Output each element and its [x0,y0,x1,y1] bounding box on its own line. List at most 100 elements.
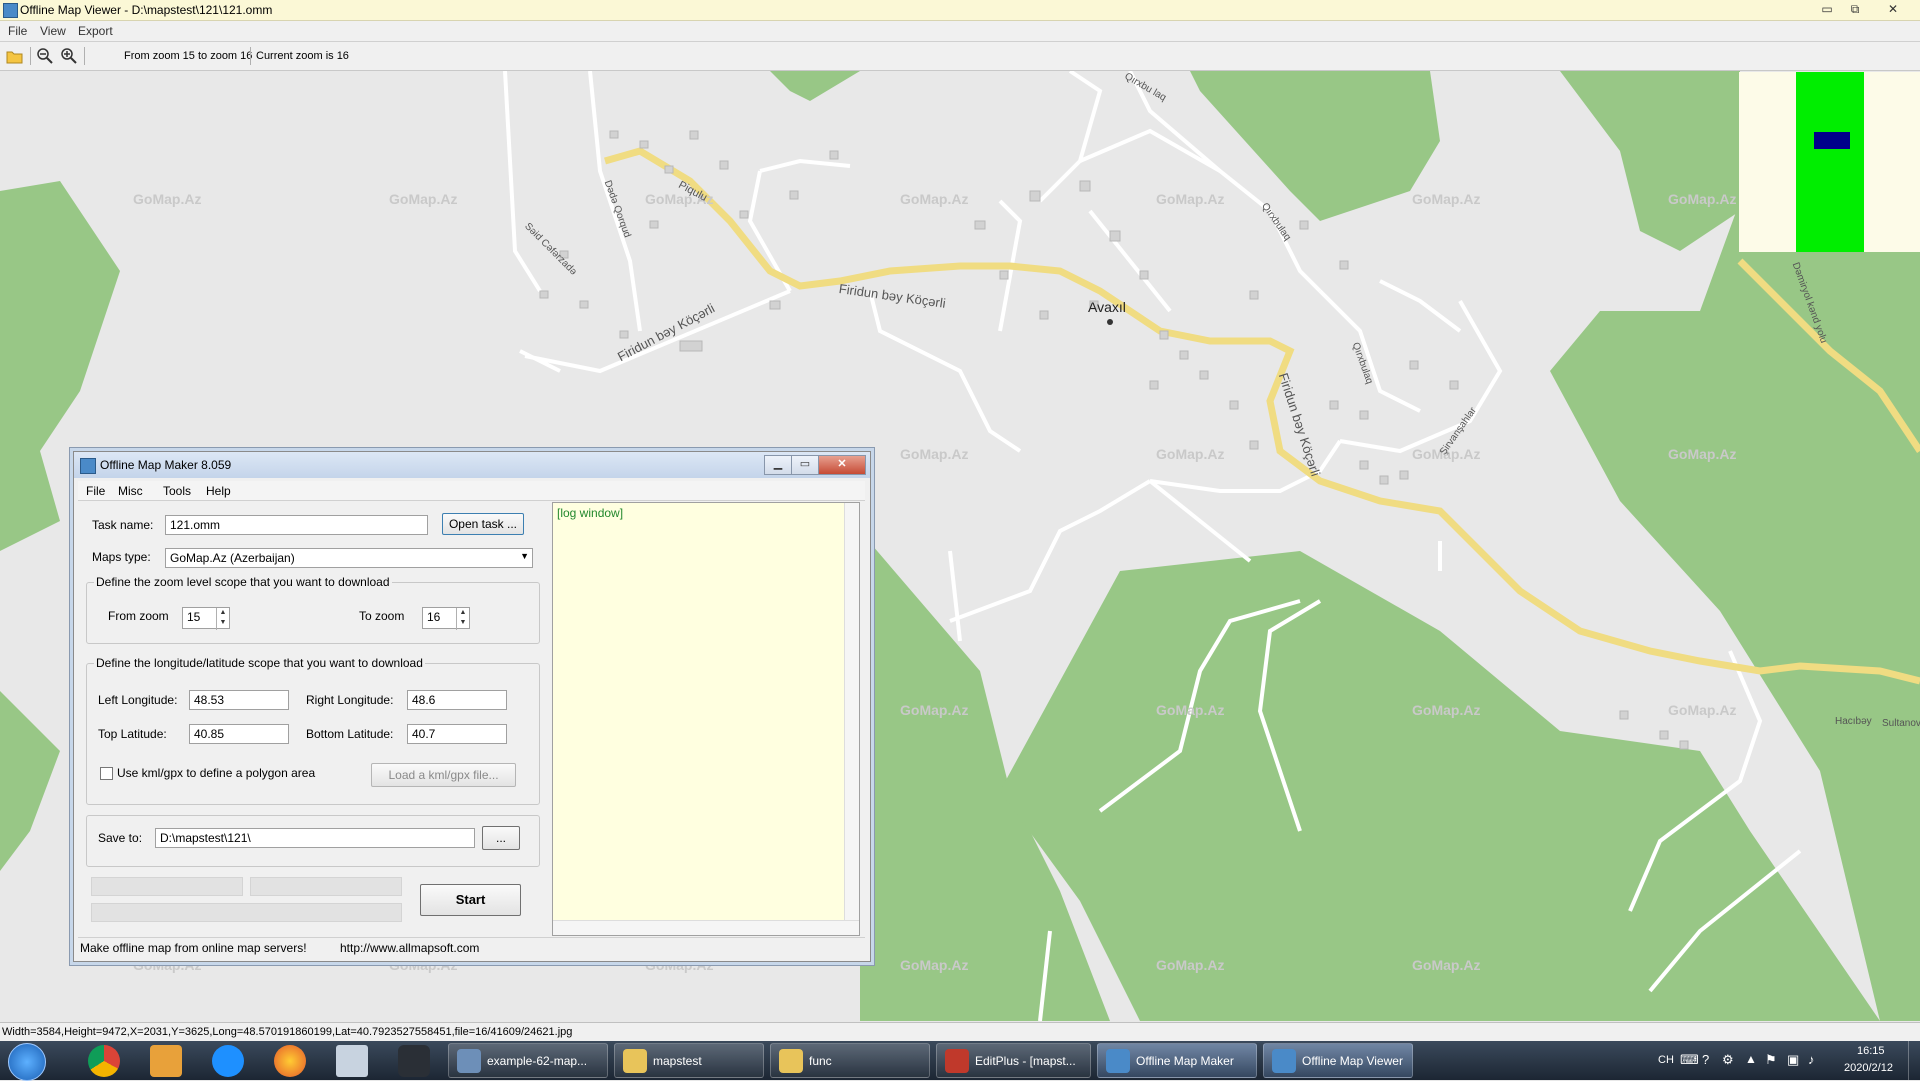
flag-icon[interactable]: ⚑ [1765,1052,1777,1068]
media-player-icon[interactable] [150,1045,182,1077]
show-desktop-button[interactable] [1908,1041,1920,1080]
toolbar-separator [250,47,251,65]
globe-icon [80,458,96,474]
globe-icon [1272,1049,1296,1073]
place-label: Avaxıl [1088,299,1126,315]
taskbar-item-mapstest[interactable]: mapstest [614,1043,764,1078]
left-longitude-label: Left Longitude: [98,693,178,707]
taskbar-item-example[interactable]: example-62-map... [448,1043,608,1078]
nox-icon[interactable] [398,1045,430,1077]
dialog-title-bar[interactable]: Offline Map Maker 8.059 ▁ ▭ ✕ [74,452,870,478]
app-icon [457,1049,481,1073]
map-watermark: GoMap.Az [133,191,202,207]
restore-button[interactable]: ⧉ [1845,2,1865,17]
dialog-close-button[interactable]: ✕ [818,455,866,475]
close-button[interactable]: ✕ [1883,2,1903,17]
map-watermark: GoMap.Az [900,957,969,973]
dialog-minimize-button[interactable]: ▁ [764,455,792,475]
save-to-label: Save to: [98,831,143,845]
start-button-icon[interactable] [8,1043,46,1081]
taskbar-item-label: EditPlus - [mapst... [975,1054,1076,1068]
open-task-button[interactable]: Open task ... [442,513,524,535]
help-icon[interactable]: ? [1702,1052,1709,1067]
dialog-maximize-button[interactable]: ▭ [791,455,819,475]
menu-view[interactable]: View [40,24,66,38]
from-zoom-input[interactable]: 15 ▲ ▼ [182,607,230,630]
firefox-icon[interactable] [274,1045,306,1077]
park-area [1560,71,1740,251]
internet-explorer-icon[interactable] [212,1045,244,1077]
right-longitude-input[interactable] [407,690,507,710]
taskbar-item-offline-map-viewer[interactable]: Offline Map Viewer [1263,1043,1413,1078]
log-text: [log window] [557,506,624,520]
globe-icon [1106,1049,1130,1073]
dialog-title: Offline Map Maker 8.059 [100,458,232,472]
clock-date[interactable]: 2020/2/12 [1844,1062,1893,1074]
log-horizontal-scrollbar[interactable] [553,920,859,935]
app-icon [3,3,18,18]
to-zoom-input[interactable]: 16 ▲ ▼ [422,607,470,630]
left-longitude-input[interactable] [189,690,289,710]
map-watermark: GoMap.Az [900,446,969,462]
dialog-menu-help[interactable]: Help [206,484,231,498]
dialog-status-bar: Make offline map from online map servers… [78,937,865,956]
viewer-title: Offline Map Viewer - D:\mapstest\121\121… [20,3,273,17]
progress-bar-1 [91,877,243,896]
status-text: Width=3584,Height=9472,X=2031,Y=3625,Lon… [2,1026,573,1038]
log-vertical-scrollbar[interactable] [844,503,859,935]
kml-checkbox[interactable] [100,767,113,780]
allmapsoft-link[interactable]: http://www.allmapsoft.com [340,941,479,955]
folder-icon [623,1049,647,1073]
zoom-in-icon[interactable] [60,47,78,65]
top-latitude-input[interactable] [189,724,289,744]
park-area [770,71,860,101]
save-to-input[interactable] [155,828,475,848]
menu-export[interactable]: Export [78,24,113,38]
chrome-icon[interactable] [88,1045,120,1077]
load-kml-button[interactable]: Load a kml/gpx file... [371,763,516,787]
task-name-input[interactable] [165,515,428,535]
taskbar-item-label: func [809,1054,832,1068]
dialog-menu-tools[interactable]: Tools [163,484,191,498]
zoom-out-icon[interactable] [36,47,54,65]
bottom-latitude-input[interactable] [407,724,507,744]
dialog-menu-misc[interactable]: Misc [118,484,143,498]
dialog-menu-file[interactable]: File [86,484,105,498]
taskbar-item-editplus[interactable]: EditPlus - [mapst... [936,1043,1091,1078]
settings-icon[interactable]: ⚙ [1722,1052,1734,1068]
overview-viewport-marker[interactable] [1814,132,1850,149]
viewer-title-bar: Offline Map Viewer - D:\mapstest\121\121… [0,0,1920,21]
start-button[interactable]: Start [420,884,521,916]
clock-time[interactable]: 16:15 [1857,1045,1885,1057]
maps-type-value: GoMap.Az (Azerbaijan) [170,551,295,565]
chevron-down-icon[interactable]: ▼ [520,551,529,561]
to-zoom-value: 16 [427,610,441,624]
taskbar-item-func[interactable]: func [770,1043,930,1078]
map-watermark: GoMap.Az [1668,702,1737,718]
dialog-status-text: Make offline map from online map servers… [80,941,307,955]
road-label: Sultanov [1882,718,1920,729]
from-zoom-label: From zoom [108,609,169,623]
menu-file[interactable]: File [8,24,27,38]
calculator-icon[interactable] [336,1045,368,1077]
spinner-arrows-icon[interactable]: ▲ ▼ [216,608,229,630]
to-zoom-label: To zoom [359,609,405,623]
keyboard-icon[interactable]: ⌨ [1680,1052,1699,1068]
browse-button[interactable]: ... [482,826,520,850]
minimize-button[interactable]: ▭ [1817,2,1837,17]
network-icon[interactable]: ▣ [1787,1052,1799,1068]
overview-map[interactable] [1739,72,1920,252]
input-language[interactable]: CH [1658,1054,1674,1066]
maps-type-select[interactable]: GoMap.Az (Azerbaijan) ▼ [165,548,533,568]
from-zoom-value: 15 [187,610,201,624]
volume-icon[interactable]: ♪ [1808,1052,1815,1067]
spinner-arrows-icon[interactable]: ▲ ▼ [456,608,469,630]
taskbar-item-label: Offline Map Viewer [1302,1054,1403,1068]
log-window[interactable]: [log window] [552,502,860,936]
map-watermark: GoMap.Az [1668,191,1737,207]
open-folder-icon[interactable] [6,48,24,64]
show-hidden-icons-icon[interactable]: ▲ [1745,1052,1757,1066]
park-area [0,691,60,871]
overview-extent [1796,72,1864,252]
taskbar-item-offline-map-maker[interactable]: Offline Map Maker [1097,1043,1257,1078]
